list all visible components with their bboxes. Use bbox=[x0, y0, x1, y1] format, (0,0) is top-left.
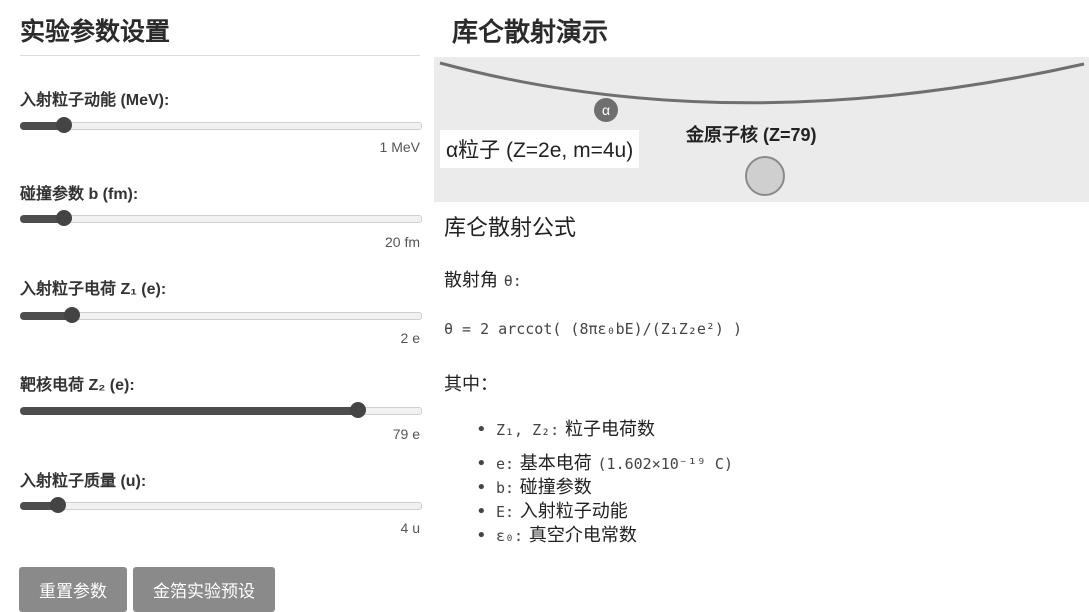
list-item: Z₁, Z₂: 粒子电荷数 bbox=[476, 418, 733, 452]
alpha-trajectory bbox=[439, 61, 1085, 105]
impact-param-label: 碰撞参数 b (fm): bbox=[20, 186, 139, 203]
list-item: ε₀: 真空介电常数 bbox=[476, 524, 733, 548]
settings-title: 实验参数设置 bbox=[20, 18, 171, 46]
target-charge-value: 79 e bbox=[392, 426, 420, 442]
slider-thumb[interactable] bbox=[64, 307, 80, 323]
demo-panel: 库仑散射演示 α α粒子 (Z=2e, m=4u) 金原子核 (Z=79) 库仑… bbox=[434, 0, 1089, 612]
list-item: b: 碰撞参数 bbox=[476, 476, 733, 500]
angle-symbol: θ: bbox=[503, 272, 522, 290]
list-item: e: 基本电荷 (1.602×10⁻¹⁹ C) bbox=[476, 452, 733, 476]
nucleus-label: 金原子核 (Z=79) bbox=[686, 125, 817, 145]
variable-symbol: b: bbox=[496, 479, 515, 497]
variable-description: 真空介电常数 bbox=[528, 525, 637, 546]
slider-thumb[interactable] bbox=[56, 210, 72, 226]
slider-thumb[interactable] bbox=[50, 497, 66, 513]
slider-fill bbox=[20, 407, 358, 415]
variable-symbol: Z₁, Z₂: bbox=[496, 421, 560, 439]
variable-description: 碰撞参数 bbox=[519, 477, 592, 498]
variable-symbol: ε₀: bbox=[496, 527, 524, 545]
alpha-particle-label: α粒子 (Z=2e, m=4u) bbox=[440, 130, 640, 168]
slider-thumb[interactable] bbox=[56, 117, 72, 133]
energy-slider[interactable] bbox=[20, 114, 422, 136]
settings-panel: 实验参数设置 入射粒子动能 (MeV): 1 MeV 碰撞参数 b (fm): … bbox=[0, 0, 440, 612]
target-charge-label: 靶核电荷 Z₂ (e): bbox=[20, 377, 135, 394]
variable-list: Z₁, Z₂: 粒子电荷数 e: 基本电荷 (1.602×10⁻¹⁹ C) b:… bbox=[476, 418, 733, 548]
formula-heading: 库仑散射公式 bbox=[444, 216, 577, 241]
energy-label: 入射粒子动能 (MeV): bbox=[20, 92, 170, 109]
projectile-charge-value: 2 e bbox=[400, 330, 420, 346]
slider-track bbox=[20, 502, 422, 510]
mass-label: 入射粒子质量 (u): bbox=[20, 473, 147, 490]
target-charge-slider[interactable] bbox=[20, 399, 422, 421]
projectile-charge-slider[interactable] bbox=[20, 304, 422, 326]
alpha-particle: α bbox=[594, 98, 618, 122]
variable-description: 粒子电荷数 bbox=[564, 419, 655, 440]
variable-description: 基本电荷 bbox=[519, 453, 592, 474]
impact-param-slider[interactable] bbox=[20, 207, 422, 229]
impact-param-value: 20 fm bbox=[384, 234, 420, 250]
gold-nucleus bbox=[745, 156, 785, 196]
where-label: 其中： bbox=[444, 374, 498, 395]
variable-value: (1.602×10⁻¹⁹ C) bbox=[597, 455, 733, 473]
demo-title: 库仑散射演示 bbox=[452, 17, 609, 47]
angle-line: 散射角 θ: bbox=[444, 266, 522, 292]
list-item: E: 入射粒子动能 bbox=[476, 500, 733, 524]
variable-description: 入射粒子动能 bbox=[519, 501, 628, 522]
variable-symbol: e: bbox=[496, 455, 515, 473]
energy-value: 1 MeV bbox=[379, 139, 420, 155]
mass-value: 4 u bbox=[400, 520, 420, 536]
reset-button[interactable]: 重置参数 bbox=[19, 567, 127, 612]
gold-foil-preset-button[interactable]: 金箔实验预设 bbox=[133, 567, 275, 612]
slider-track bbox=[20, 312, 422, 320]
slider-thumb[interactable] bbox=[350, 402, 366, 418]
angle-intro: 散射角 bbox=[444, 270, 498, 291]
slider-track bbox=[20, 215, 422, 223]
scattering-canvas: α α粒子 (Z=2e, m=4u) 金原子核 (Z=79) bbox=[434, 57, 1089, 202]
divider bbox=[20, 55, 420, 56]
variable-symbol: E: bbox=[496, 503, 515, 521]
projectile-charge-label: 入射粒子电荷 Z₁ (e): bbox=[20, 281, 167, 298]
mass-slider[interactable] bbox=[20, 494, 422, 516]
scattering-formula: θ = 2 arccot( (8πε₀bE)/(Z₁Z₂e²) ) bbox=[444, 320, 743, 338]
slider-track bbox=[20, 122, 422, 130]
